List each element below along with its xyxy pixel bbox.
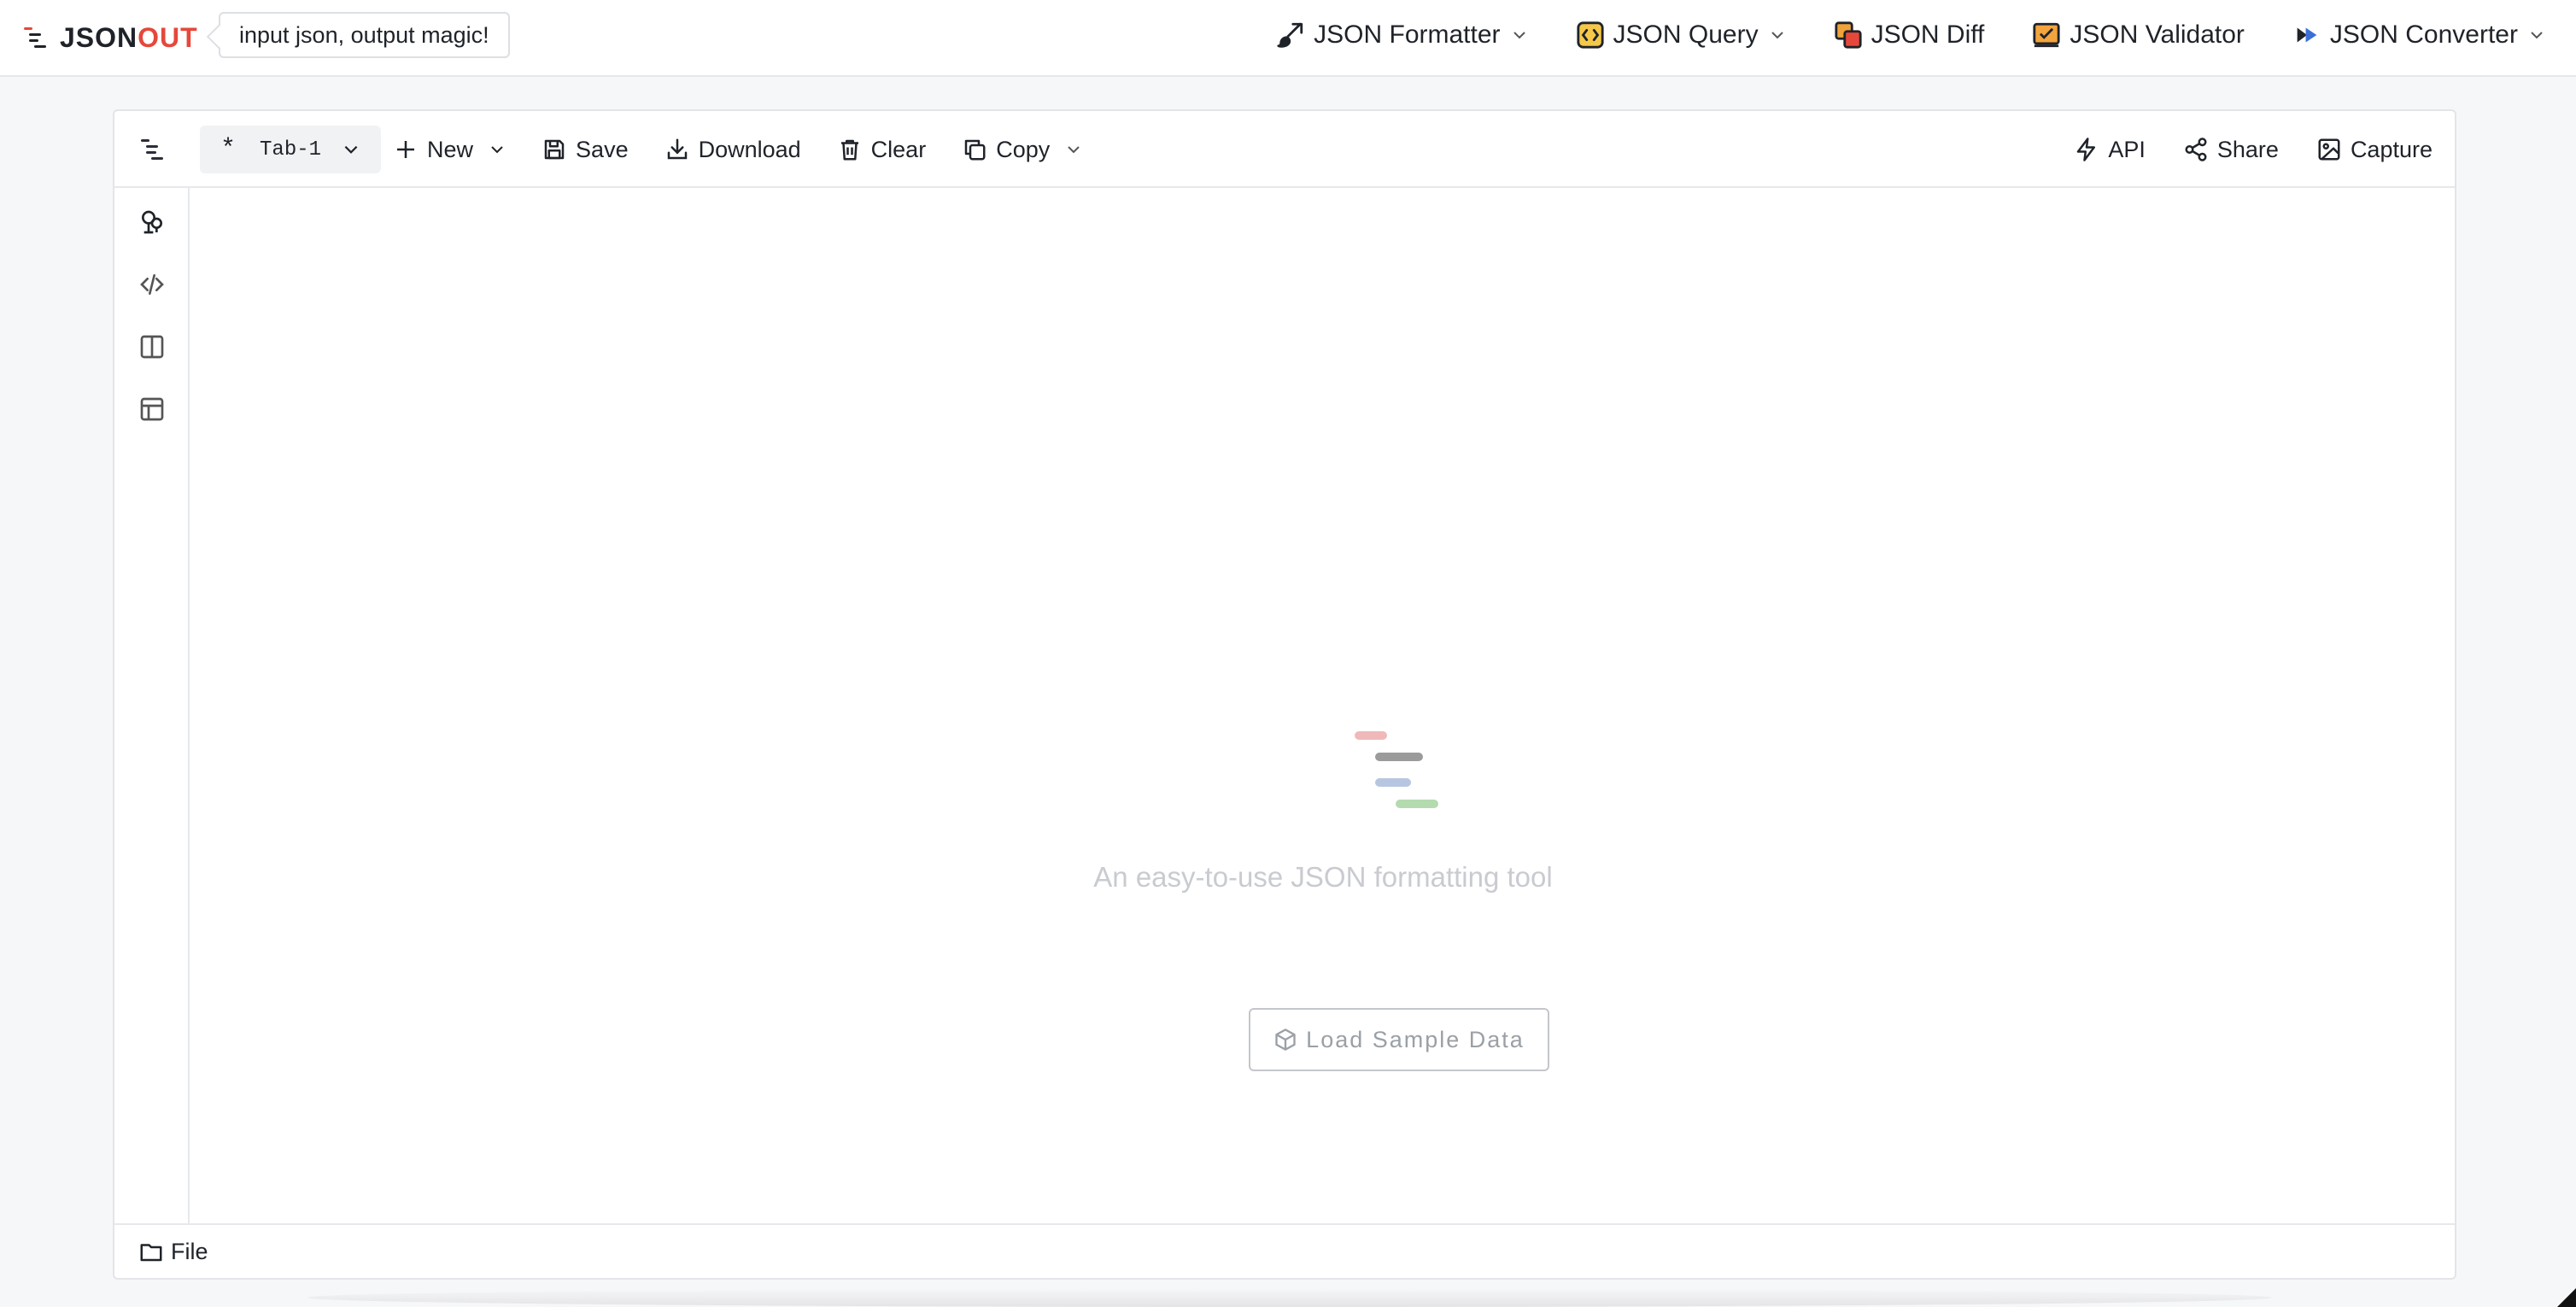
nav-label: JSON Converter: [2329, 21, 2518, 49]
nav-json-diff[interactable]: JSON Diff: [1834, 21, 1985, 50]
empty-state: An easy-to-use JSON formatting tool Load…: [190, 188, 2456, 1225]
copy-icon: [964, 139, 986, 161]
chevron-down-icon: [1513, 32, 1525, 39]
copy-button[interactable]: Copy: [962, 137, 1082, 163]
split-view-button[interactable]: [135, 330, 169, 364]
chevron-down-icon: [491, 146, 503, 154]
new-button[interactable]: New: [393, 137, 506, 163]
capture-button[interactable]: Capture: [2316, 137, 2433, 163]
editor-footer: File: [114, 1223, 2455, 1278]
clear-label: Clear: [870, 136, 927, 162]
save-label: Save: [576, 136, 629, 162]
brush-icon: [1277, 22, 1303, 48]
top-header: JSONOUT input json, output magic! JSON F…: [0, 0, 2576, 77]
editor-card: * Tab-1 New Save Download Clear Copy API…: [113, 109, 2456, 1280]
editor-toolbar: * Tab-1 New Save Download Clear Copy API…: [114, 111, 2455, 188]
plus-icon: [397, 141, 415, 158]
download-button[interactable]: Download: [664, 137, 801, 163]
chevron-down-icon[interactable]: [342, 140, 360, 159]
table-view-button[interactable]: [135, 392, 169, 426]
code-box-icon: [1576, 21, 1604, 49]
share-icon: [2185, 138, 2207, 161]
lightning-icon: [2077, 138, 2096, 161]
nav-json-validator[interactable]: JSON Validator: [2032, 21, 2245, 50]
tree-icon: [142, 210, 162, 234]
table-icon: [140, 397, 164, 421]
slogan-bubble: input json, output magic!: [219, 12, 510, 58]
jsonout-lines-icon: [1355, 731, 1438, 808]
nav-json-converter[interactable]: JSON Converter: [2292, 21, 2545, 50]
code-view-button[interactable]: [135, 267, 169, 302]
clear-button[interactable]: Clear: [837, 136, 927, 163]
nav-label: JSON Validator: [2070, 21, 2245, 49]
save-icon: [544, 139, 565, 160]
empty-state-title: An easy-to-use JSON formatting tool: [1093, 861, 1553, 893]
share-label: Share: [2216, 136, 2279, 162]
slogan-text: input json, output magic!: [239, 21, 489, 48]
folder-icon: [140, 1244, 162, 1262]
api-label: API: [2108, 136, 2146, 162]
nav-json-formatter[interactable]: JSON Formatter: [1276, 21, 1527, 50]
convert-icon: [2297, 27, 2317, 43]
file-label: File: [171, 1238, 208, 1264]
download-label: Download: [698, 136, 801, 162]
nav-json-query[interactable]: JSON Query: [1576, 21, 1786, 50]
nav-label: JSON Diff: [1871, 21, 1985, 49]
unsaved-marker: *: [220, 135, 237, 164]
image-icon: [2318, 138, 2340, 161]
save-button[interactable]: Save: [542, 137, 629, 163]
capture-label: Capture: [2350, 136, 2433, 162]
package-icon: [1275, 1029, 1296, 1051]
new-label: New: [427, 136, 474, 162]
tab-1[interactable]: * Tab-1: [200, 126, 382, 173]
chevron-down-icon[interactable]: [1065, 141, 1082, 158]
tree-view-button[interactable]: [135, 205, 169, 239]
logo-icon: [24, 27, 46, 48]
share-button[interactable]: Share: [2183, 137, 2279, 163]
logo-text: JSONOUT: [60, 21, 198, 53]
load-sample-data-button[interactable]: Load Sample Data: [1249, 1008, 1549, 1071]
menu-icon: [141, 139, 163, 160]
sample-button-label: Load Sample Data: [1306, 1026, 1525, 1052]
view-mode-rail: [114, 188, 190, 1225]
diff-icon: [1834, 21, 1862, 49]
tab-label: Tab-1: [260, 138, 322, 161]
api-button[interactable]: API: [2074, 137, 2146, 163]
file-button[interactable]: File: [138, 1239, 208, 1265]
nav-label: JSON Query: [1613, 21, 1759, 49]
chevron-down-icon: [2531, 32, 2543, 39]
app-logo[interactable]: JSONOUT: [24, 19, 198, 56]
bottom-shadow: [307, 1288, 2272, 1307]
window-corner: [2557, 1288, 2576, 1307]
validator-icon: [2033, 22, 2060, 48]
top-nav: JSON Formatter JSON Query JSON Diff JSON…: [1228, 15, 2545, 55]
split-view-icon: [140, 335, 164, 359]
code-icon: [140, 274, 164, 295]
nav-label: JSON Formatter: [1314, 21, 1501, 49]
trash-icon: [840, 139, 858, 161]
menu-toggle-button[interactable]: [137, 132, 171, 167]
chevron-down-icon: [1771, 32, 1783, 39]
copy-label: Copy: [996, 136, 1051, 162]
download-icon: [667, 138, 687, 160]
